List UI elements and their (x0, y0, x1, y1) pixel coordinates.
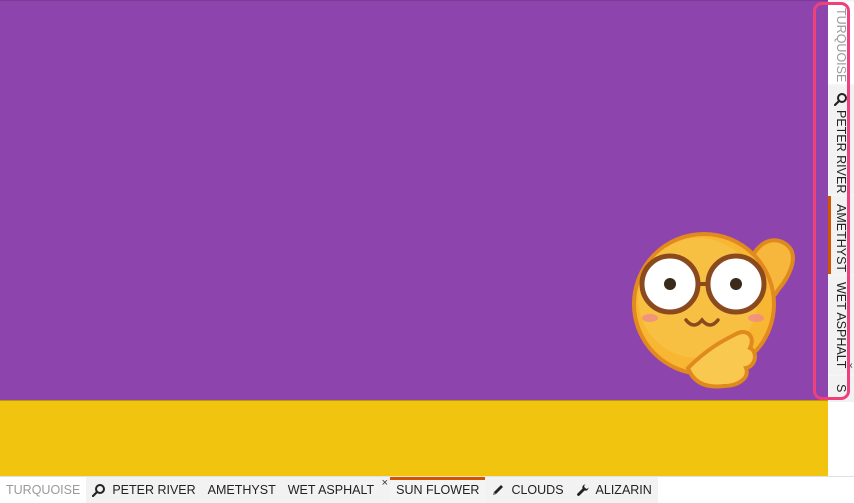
tab-amethyst[interactable]: AMETHYST (201, 477, 282, 503)
sun-flower-content-panel (0, 400, 828, 476)
tab-label: PETER RIVER (112, 483, 196, 497)
vtab-sun-flower[interactable]: S (828, 376, 854, 402)
emoji-sticker (632, 232, 795, 389)
panel-splitter[interactable] (0, 400, 828, 401)
vtab-label: S (834, 384, 848, 393)
wrench-icon (576, 484, 589, 496)
search-icon (92, 484, 106, 497)
vtab-amethyst[interactable]: AMETHYST (828, 196, 854, 274)
close-icon[interactable]: × (847, 362, 853, 372)
tab-label: CLOUDS (511, 483, 564, 497)
vtab-label: TURQUOISE (834, 8, 848, 83)
vtab-wet-asphalt[interactable]: WET ASPHALT × (828, 276, 854, 374)
vtab-label: WET ASPHALT (834, 282, 848, 369)
pencil-icon (493, 485, 504, 495)
vtab-turquoise[interactable]: TURQUOISE (828, 2, 854, 84)
vtab-label: PETER RIVER (834, 110, 848, 194)
tab-label: WET ASPHALT (287, 483, 375, 497)
tab-label: AMETHYST (207, 483, 276, 497)
tab-turquoise[interactable]: TURQUOISE (0, 477, 87, 503)
bottom-tab-bar: TURQUOISE PETER RIVER AMETHYST WET ASPHA… (0, 476, 854, 503)
close-icon[interactable]: × (382, 478, 388, 489)
vtab-label: AMETHYST (834, 204, 848, 273)
vtab-peter-river[interactable]: PETER RIVER (828, 86, 854, 194)
tab-peter-river[interactable]: PETER RIVER (86, 477, 202, 503)
tab-wet-asphalt[interactable]: WET ASPHALT × (281, 477, 391, 503)
tab-sun-flower[interactable]: SUN FLOWER (390, 477, 486, 503)
search-icon (834, 93, 847, 106)
tab-label: SUN FLOWER (396, 483, 480, 497)
vertical-tab-bar: TURQUOISE PETER RIVER AMETHYST WET ASPHA… (828, 0, 854, 402)
tab-label: TURQUOISE (6, 483, 81, 497)
tab-clouds[interactable]: CLOUDS (485, 477, 570, 503)
tab-alizarin[interactable]: ALIZARIN (569, 477, 658, 503)
tab-label: ALIZARIN (595, 483, 652, 497)
